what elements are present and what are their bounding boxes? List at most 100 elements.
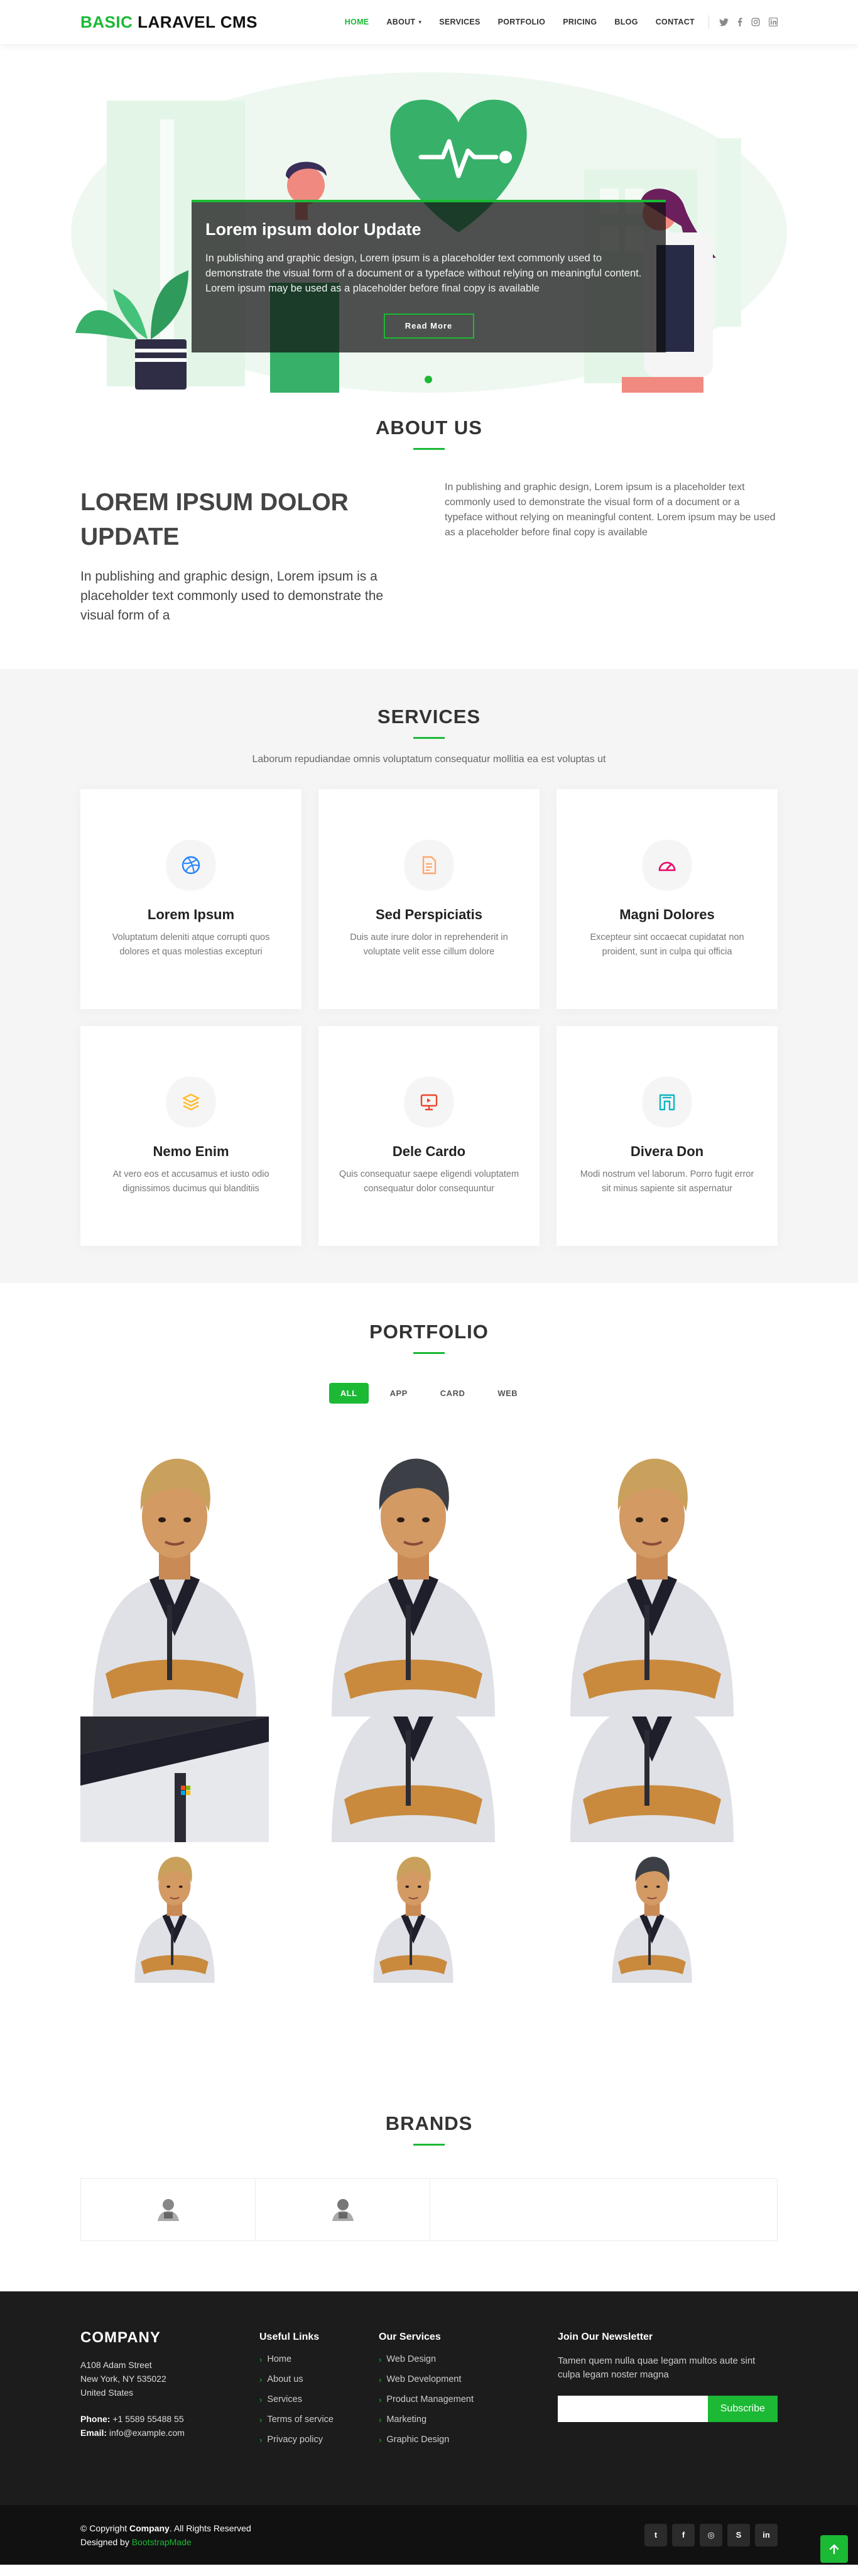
footer-service-link[interactable]: › Marketing [379,2415,558,2425]
nav-pricing[interactable]: PRICING [563,18,597,26]
phone-label: Phone: [80,2414,111,2424]
footer-link-services[interactable]: › Services [259,2394,379,2404]
portfolio-item[interactable] [80,1842,269,1983]
tachometer-icon [639,838,695,893]
filter-web[interactable]: WEB [486,1383,529,1404]
instagram-icon[interactable] [751,18,760,26]
back-to-top-button[interactable] [820,2535,848,2563]
portfolio-item[interactable] [558,1716,746,1842]
service-title: Nemo Enim [153,1143,229,1159]
instagram-icon[interactable]: ◎ [700,2523,722,2546]
filter-app[interactable]: APP [379,1383,419,1404]
footer-link-home[interactable]: › Home [259,2354,379,2364]
footer-service-link[interactable]: › Web Development [379,2374,558,2384]
site-logo[interactable]: BASIC LARAVEL CMS [80,13,258,32]
useful-links-title: Useful Links [259,2332,320,2342]
skype-icon[interactable]: S [727,2523,750,2546]
nav-portfolio[interactable]: PORTFOLIO [498,18,546,26]
logo-accent: BASIC [80,12,133,31]
footer-link-label: Terms of service [267,2415,334,2425]
service-card[interactable]: Lorem Ipsum Voluptatum deleniti atque co… [80,789,301,1009]
footer-link-label: Product Management [386,2394,474,2404]
brand-logo[interactable] [256,2179,430,2240]
service-title: Lorem Ipsum [147,907,235,922]
service-card[interactable]: Nemo Enim At vero eos et accusamus et iu… [80,1026,301,1246]
portfolio-item[interactable] [558,1429,746,1716]
chevron-right-icon: › [379,2374,382,2384]
email-value: info@example.com [107,2428,185,2438]
hero-text: In publishing and graphic design, Lorem … [205,253,642,294]
footer-company: COMPANY [80,2329,161,2346]
title-underline [413,737,445,739]
newsletter-email-input[interactable] [558,2396,708,2422]
footer-phone: Phone: +1 5589 55488 55 [80,2412,259,2426]
read-more-button[interactable]: Read More [383,314,474,339]
service-title: Magni Dolores [619,907,715,922]
footer-link-terms[interactable]: › Terms of service [259,2415,379,2425]
service-card[interactable]: Sed Perspiciatis Duis aute irure dolor i… [318,789,540,1009]
footer-link-label: Marketing [386,2415,427,2425]
nav-home[interactable]: HOME [345,18,369,26]
filter-card[interactable]: CARD [429,1383,477,1404]
footer-link-label: Services [267,2394,302,2404]
brands-title: BRANDS [385,2112,473,2134]
nav-contact[interactable]: CONTACT [656,18,695,26]
credits-prefix: Designed by [80,2536,132,2547]
portfolio-item[interactable] [319,1842,508,1983]
footer-service-link[interactable]: › Product Management [379,2394,558,2404]
hero-section: Lorem ipsum dolor Update In publishing a… [0,44,858,393]
logo-text: LARAVEL CMS [133,12,258,31]
service-card[interactable]: Magni Dolores Excepteur sint occaecat cu… [557,789,778,1009]
portfolio-image [605,1842,698,1983]
carousel-indicator[interactable] [425,376,432,383]
portfolio-image [558,1716,746,1842]
credits-link[interactable]: BootstrapMade [132,2537,192,2547]
service-title: Dele Cardo [392,1143,466,1159]
newsletter-text: Tamen quem nulla quae legam multos aute … [558,2355,756,2380]
phone-value: +1 5589 55488 55 [110,2414,184,2424]
facebook-icon[interactable] [737,18,742,26]
about-title: ABOUT US [376,417,482,439]
newsletter-title: Join Our Newsletter [558,2332,653,2342]
linkedin-icon[interactable] [769,18,778,26]
title-underline [413,1352,445,1354]
file-icon [401,838,457,893]
portfolio-image [80,1429,269,1716]
footer-link-label: Web Development [386,2374,462,2384]
about-lead: In publishing and graphic design, Lorem … [80,569,384,623]
twitter-icon[interactable] [719,18,729,26]
footer-address3: United States [80,2388,134,2398]
chevron-right-icon: › [259,2415,263,2425]
portfolio-item[interactable] [558,1842,746,1983]
chevron-right-icon: › [259,2394,263,2404]
brand-logo[interactable] [81,2179,256,2240]
footer-email: Email: info@example.com [80,2426,259,2440]
portfolio-item[interactable] [80,1716,269,1842]
copyright-line: © Copyright Company. All Rights Reserved [80,2521,251,2535]
linkedin-icon[interactable]: in [755,2523,778,2546]
footer-service-link[interactable]: › Web Design [379,2354,558,2364]
filter-all[interactable]: ALL [329,1383,369,1404]
chevron-right-icon: › [259,2354,263,2364]
portfolio-item[interactable] [319,1716,508,1842]
nav-blog[interactable]: BLOG [614,18,638,26]
service-card[interactable]: Divera Don Modi nostrum vel laborum. Por… [557,1026,778,1246]
title-underline [413,448,445,450]
footer-link-privacy[interactable]: › Privacy policy [259,2435,379,2445]
portfolio-image [558,1429,746,1716]
service-title: Sed Perspiciatis [376,907,482,922]
footer-service-link[interactable]: › Graphic Design [379,2435,558,2445]
nav-services[interactable]: SERVICES [439,18,480,26]
subscribe-button[interactable]: Subscribe [707,2396,778,2422]
portfolio-title: PORTFOLIO [369,1321,489,1343]
portfolio-item[interactable] [80,1429,269,1716]
title-underline [413,2144,445,2146]
portfolio-item[interactable] [319,1429,508,1716]
portfolio-image [319,1429,508,1716]
footer-link-about[interactable]: › About us [259,2374,379,2384]
twitter-icon[interactable]: t [644,2523,667,2546]
facebook-icon[interactable]: f [672,2523,695,2546]
service-card[interactable]: Dele Cardo Quis consequatur saepe eligen… [318,1026,540,1246]
copyright-company: Company [129,2523,170,2533]
nav-about[interactable]: ABOUT ▾ [386,18,421,26]
